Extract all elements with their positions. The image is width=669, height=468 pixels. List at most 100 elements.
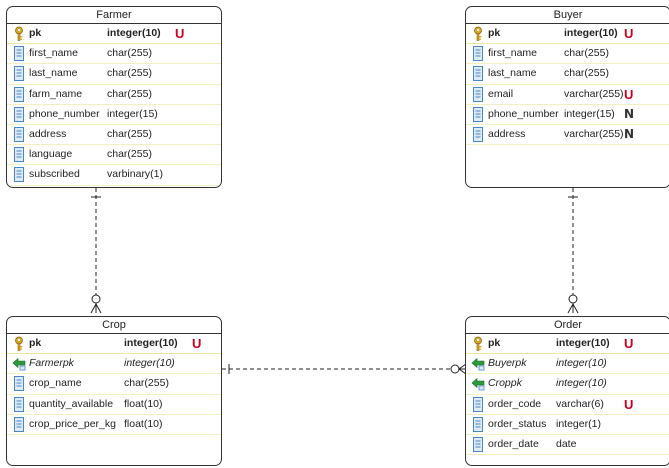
column-type: varchar(255) [564, 87, 624, 100]
column-icon [471, 86, 485, 102]
column-row-crop-name[interactable]: crop_name char(255) [7, 374, 221, 395]
column-row-order-status[interactable]: order_status integer(1) [466, 415, 669, 435]
column-row-pk[interactable]: pk integer(10) U [7, 334, 221, 355]
column-name: phone_number [488, 107, 559, 120]
column-type: char(255) [107, 148, 152, 161]
column-list: pk integer(10) Ufirst_name char(255) last_na… [7, 24, 221, 186]
column-type: char(255) [564, 67, 609, 80]
column-type: char(255) [107, 127, 152, 140]
column-row-phone-number[interactable]: phone_number integer(15) [7, 105, 221, 125]
relationship-farmer-crop[interactable] [90, 188, 102, 314]
column-row-subscribed[interactable]: subscribed varbinary(1) [7, 165, 221, 186]
column-icon [471, 396, 485, 412]
column-name: language [29, 148, 73, 161]
column-icon [471, 126, 485, 142]
column-row-email[interactable]: email varchar(255) U [466, 85, 669, 105]
column-name: quantity_available [29, 397, 114, 410]
unique-constraint-icon: U [624, 86, 634, 102]
column-name: Croppk [488, 377, 522, 390]
entity-buyer[interactable]: Buyer pk integer(10) Ufirst_name char(255) l… [465, 6, 669, 188]
column-row-last-name[interactable]: last_name char(255) [7, 64, 221, 85]
column-name: pk [29, 27, 42, 39]
unique-constraint-icon: U [175, 26, 185, 41]
column-icon [12, 376, 26, 392]
column-row-pk[interactable]: pk integer(10) U [466, 334, 669, 355]
column-row-pk[interactable]: pk integer(10) U [466, 24, 669, 45]
column-type: integer(10) [107, 27, 161, 39]
er-diagram: Farmer pk integer(10) Ufirst_name char(255)… [0, 0, 669, 468]
column-name: first_name [29, 47, 79, 60]
foreign-key-icon [471, 356, 485, 371]
column-row-phone-number[interactable]: phone_number integer(15) N [466, 105, 669, 125]
column-name: pk [29, 337, 42, 349]
column-row-quantity-available[interactable]: quantity_available float(10) [7, 395, 221, 415]
entity-title: Order [466, 317, 669, 334]
column-type: char(255) [107, 47, 152, 60]
column-row-address[interactable]: address char(255) [7, 125, 221, 146]
column-row-language[interactable]: language char(255) [7, 145, 221, 166]
column-name: Buyerpk [488, 357, 527, 370]
column-list: pk integer(10) Ufirst_name char(255) last_na… [466, 24, 669, 146]
relationship-buyer-order[interactable] [567, 188, 579, 314]
column-type: integer(1) [556, 417, 601, 430]
column-type: char(255) [107, 67, 152, 80]
relationship-crop-order[interactable] [222, 363, 467, 375]
column-row-farm-name[interactable]: farm_name char(255) [7, 85, 221, 105]
column-icon [12, 106, 26, 122]
column-name: crop_price_per_kg [29, 417, 116, 430]
column-type: char(255) [124, 377, 169, 390]
column-type: integer(10) [556, 337, 610, 349]
nullable-constraint-icon: N [624, 106, 635, 121]
column-icon [471, 416, 485, 432]
zero-marker [450, 364, 460, 374]
column-name: address [488, 127, 526, 140]
column-icon [471, 106, 485, 122]
primary-key-icon [12, 26, 26, 41]
primary-key-icon [12, 336, 26, 351]
nullable-constraint-icon: N [624, 126, 635, 141]
many-marker [567, 302, 579, 314]
column-name: last_name [29, 67, 78, 80]
column-row-last-name[interactable]: last_name char(255) [466, 64, 669, 85]
column-row-crop-price-per-kg[interactable]: crop_price_per_kg float(10) [7, 415, 221, 435]
column-name: last_name [488, 67, 537, 80]
column-icon [12, 167, 26, 183]
column-name: pk [488, 337, 501, 349]
column-row-order-date[interactable]: order_date date [466, 435, 669, 456]
column-name: email [488, 87, 514, 100]
column-icon [471, 66, 485, 82]
column-type: integer(10) [564, 27, 618, 39]
column-type: float(10) [124, 417, 163, 430]
entity-farmer[interactable]: Farmer pk integer(10) Ufirst_name char(255)… [6, 6, 222, 188]
column-name: first_name [488, 47, 538, 60]
unique-constraint-icon: U [624, 396, 634, 412]
column-icon [12, 126, 26, 142]
column-row-order-code[interactable]: order_code varchar(6) U [466, 395, 669, 415]
column-row-address[interactable]: address varchar(255) N [466, 125, 669, 146]
column-type: integer(10) [556, 357, 607, 370]
column-row-first-name[interactable]: first_name char(255) [7, 44, 221, 65]
entity-title: Farmer [7, 7, 221, 24]
column-row-croppk[interactable]: Croppk integer(10) [466, 374, 669, 395]
foreign-key-icon [471, 376, 485, 391]
column-icon [12, 86, 26, 102]
primary-key-icon [471, 26, 485, 41]
column-name: crop_name [29, 377, 82, 390]
column-type: integer(10) [124, 337, 178, 349]
column-row-buyerpk[interactable]: Buyerpk integer(10) [466, 354, 669, 375]
zero-marker [91, 294, 101, 304]
entity-crop[interactable]: Crop pk integer(10) U Farmerpk integer(10) cr… [6, 316, 222, 466]
column-row-first-name[interactable]: first_name char(255) [466, 44, 669, 65]
column-type: varchar(255) [564, 127, 624, 140]
entity-title: Buyer [466, 7, 669, 24]
column-list: pk integer(10) U Farmerpk integer(10) crop_na… [7, 334, 221, 435]
unique-constraint-icon: U [624, 336, 634, 351]
column-row-farmerpk[interactable]: Farmerpk integer(10) [7, 354, 221, 375]
column-row-pk[interactable]: pk integer(10) U [7, 24, 221, 45]
unique-constraint-icon: U [192, 336, 202, 351]
column-name: farm_name [29, 87, 83, 100]
column-name: Farmerpk [29, 357, 74, 370]
entity-title: Crop [7, 317, 221, 334]
entity-order[interactable]: Order pk integer(10) U Buyerpk integer(10) Cr… [465, 316, 669, 466]
column-type: char(255) [107, 87, 152, 100]
